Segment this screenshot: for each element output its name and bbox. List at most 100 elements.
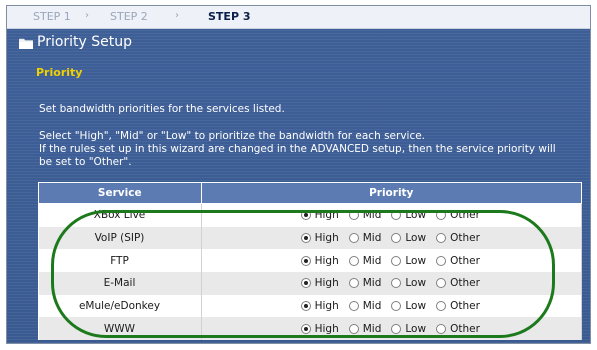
radio-button[interactable] <box>348 300 359 311</box>
table-row: eMule/eDonkey High Mid Low Other <box>38 294 582 318</box>
priority-option-label: Other <box>450 299 480 312</box>
priority-cell: High Mid Low Other <box>201 226 582 250</box>
priority-option-low[interactable]: Low <box>391 277 426 289</box>
priority-option-low[interactable]: Low <box>391 255 426 267</box>
priority-option-mid[interactable]: Mid <box>348 209 382 222</box>
radio-button[interactable] <box>391 255 402 266</box>
radio-button[interactable] <box>348 233 359 243</box>
priority-table: Service Priority XBox Live High Mid Low Othe… <box>38 182 582 340</box>
priority-option-label: Low <box>405 299 427 312</box>
priority-cell: High Mid Low Other <box>201 203 582 227</box>
step-3: STEP 3 <box>208 10 251 23</box>
priority-cell: High Mid Low Other <box>201 249 582 272</box>
table-row: VoIP (SIP) High Mid Low Other <box>38 226 582 250</box>
radio-button[interactable] <box>391 210 402 221</box>
priority-option-label: Mid <box>362 277 382 290</box>
radio-button[interactable] <box>436 323 447 334</box>
priority-option-label: Other <box>450 322 480 335</box>
folder-icon <box>19 38 33 49</box>
service-name: WWW <box>38 317 202 340</box>
priority-option-low[interactable]: Low <box>391 300 426 312</box>
radio-button[interactable] <box>436 278 447 289</box>
priority-option-high[interactable]: High <box>300 299 339 312</box>
priority-option-label: Low <box>405 209 427 222</box>
instruction-line-3: be set to "Other". <box>39 156 132 168</box>
priority-option-high[interactable]: High <box>300 322 339 335</box>
radio-button[interactable] <box>391 300 402 311</box>
table-row: FTP High Mid Low Other <box>38 249 582 272</box>
priority-option-other[interactable]: Other <box>436 300 480 312</box>
service-name: E-Mail <box>38 271 202 295</box>
step-2: STEP 2 <box>110 10 148 23</box>
radio-button[interactable] <box>436 210 447 221</box>
priority-option-low[interactable]: Low <box>391 232 426 244</box>
radio-button[interactable] <box>300 210 311 221</box>
radio-button[interactable] <box>300 255 311 266</box>
radio-button[interactable] <box>436 233 447 243</box>
priority-option-label: Mid <box>362 209 382 222</box>
radio-button[interactable] <box>391 233 402 243</box>
priority-column-header: Priority <box>200 182 582 204</box>
radio-button[interactable] <box>348 255 359 266</box>
priority-option-label: Low <box>405 254 427 267</box>
priority-option-label: Low <box>405 232 427 244</box>
priority-option-other[interactable]: Other <box>436 232 480 244</box>
priority-option-low[interactable]: Low <box>391 209 426 221</box>
priority-option-label: High <box>314 299 339 312</box>
priority-option-other[interactable]: Other <box>436 209 480 221</box>
priority-option-label: Low <box>405 322 427 335</box>
priority-option-low[interactable]: Low <box>391 323 426 335</box>
priority-option-high[interactable]: High <box>300 254 339 267</box>
priority-option-mid[interactable]: Mid <box>348 322 382 335</box>
radio-button[interactable] <box>391 323 402 334</box>
step-separator-icon: › <box>85 10 89 21</box>
priority-option-label: High <box>314 254 339 267</box>
priority-option-label: Other <box>450 277 480 290</box>
priority-option-high[interactable]: High <box>300 209 339 222</box>
table-row: E-Mail High Mid Low Other <box>38 271 582 295</box>
priority-option-mid[interactable]: Mid <box>348 299 382 312</box>
table-row: XBox Live High Mid Low Other <box>38 203 582 227</box>
table-row: WWW High Mid Low Other <box>38 317 582 340</box>
radio-button[interactable] <box>300 278 311 289</box>
priority-cell: High Mid Low Other <box>201 317 582 340</box>
priority-option-label: Mid <box>362 322 382 335</box>
radio-button[interactable] <box>300 300 311 311</box>
priority-option-label: High <box>314 209 339 222</box>
radio-button[interactable] <box>300 233 311 243</box>
priority-option-label: Other <box>450 209 480 222</box>
priority-option-label: Mid <box>362 254 382 267</box>
priority-option-label: Other <box>450 232 480 244</box>
priority-option-high[interactable]: High <box>300 232 339 244</box>
radio-button[interactable] <box>436 255 447 266</box>
priority-option-other[interactable]: Other <box>436 323 480 335</box>
priority-option-label: High <box>314 322 339 335</box>
priority-option-mid[interactable]: Mid <box>348 254 382 267</box>
step-1: STEP 1 <box>33 10 71 23</box>
radio-button[interactable] <box>348 323 359 334</box>
service-column-header: Service <box>38 182 202 204</box>
radio-button[interactable] <box>436 300 447 311</box>
priority-option-label: Mid <box>362 299 382 312</box>
priority-option-other[interactable]: Other <box>436 277 480 289</box>
radio-button[interactable] <box>391 278 402 289</box>
priority-option-high[interactable]: High <box>300 277 339 289</box>
section-label: Priority <box>36 66 83 79</box>
priority-option-mid[interactable]: Mid <box>348 277 382 290</box>
priority-cell: High Mid Low Other <box>201 271 582 295</box>
step-separator-icon: › <box>175 10 179 21</box>
instruction-line-2: If the rules set up in this wizard are c… <box>39 143 556 155</box>
service-name: FTP <box>38 249 202 272</box>
step-bar: STEP 1 › STEP 2 › STEP 3 <box>7 6 590 29</box>
priority-cell: High Mid Low Other <box>201 294 582 318</box>
service-name: eMule/eDonkey <box>38 294 202 318</box>
instruction-line-1: Select "High", "Mid" or "Low" to priorit… <box>39 130 426 142</box>
priority-option-label: Low <box>405 277 427 290</box>
priority-option-other[interactable]: Other <box>436 255 480 267</box>
priority-option-label: Other <box>450 254 480 267</box>
radio-button[interactable] <box>348 210 359 221</box>
priority-option-mid[interactable]: Mid <box>348 232 381 244</box>
radio-button[interactable] <box>348 278 359 289</box>
page-title: Priority Setup <box>37 34 133 50</box>
radio-button[interactable] <box>300 323 311 334</box>
